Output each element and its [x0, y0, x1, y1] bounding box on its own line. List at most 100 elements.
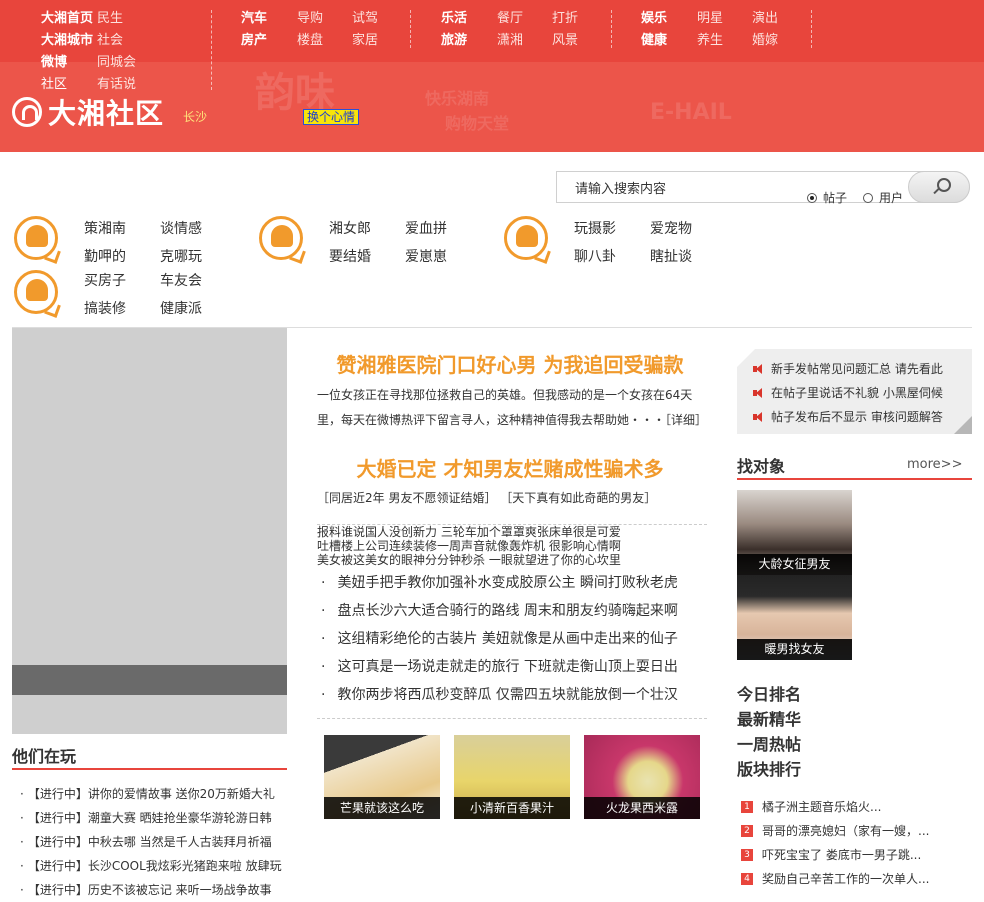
photo-card[interactable]: 芒果就该这么吃: [324, 735, 440, 819]
nav-link[interactable]: 餐厅: [497, 8, 552, 30]
photo-card[interactable]: 小清新百香果汁: [454, 735, 570, 819]
activity-item[interactable]: 【进行中】中秋去哪 当然是千人古装拜月祈福: [20, 830, 290, 854]
nav-link[interactable]: 试驾: [352, 8, 407, 30]
category-link[interactable]: 瞎扯谈: [650, 246, 692, 266]
category-link[interactable]: 湘女郎: [329, 218, 371, 238]
nav-link[interactable]: 旅游: [441, 30, 497, 52]
rank-number: 3: [741, 848, 753, 861]
category-link[interactable]: 谈情感: [160, 218, 202, 238]
community-icon: [259, 216, 303, 260]
nav-link[interactable]: 大湘首页: [41, 8, 97, 30]
ranking-link[interactable]: 一周热帖: [737, 731, 801, 755]
rank-number: 4: [741, 872, 753, 885]
category-link[interactable]: 爱宠物: [650, 218, 692, 238]
news-item[interactable]: 盘点长沙六大适合骑行的路线 周末和朋友约骑嗨起来啊: [317, 597, 677, 625]
nav-link[interactable]: 明星: [697, 8, 752, 30]
notice-item[interactable]: 在帖子里说话不礼貌 小黑屋伺候: [753, 384, 943, 401]
nav-link[interactable]: 家居: [352, 30, 407, 52]
headline-secondary[interactable]: 大婚已定 才知男友烂赌成性骗术多: [315, 453, 705, 482]
nav-link[interactable]: 导购: [297, 8, 352, 30]
activity-item[interactable]: 【进行中】长沙COOL我炫彩光猪跑来啦 放肆玩: [20, 854, 290, 878]
activity-item[interactable]: 【进行中】讲你的爱情故事 送你20万新婚大礼: [20, 782, 290, 806]
activity-item[interactable]: 【进行中】历史不该被忘记 来听一场战争故事: [20, 878, 290, 902]
nav-link[interactable]: 健康: [641, 30, 697, 52]
more-link[interactable]: more>>: [907, 457, 962, 472]
speaker-icon: [753, 363, 765, 374]
nav-divider: [811, 10, 812, 48]
section-underline: [12, 768, 287, 770]
category-link[interactable]: 策湘南: [84, 218, 126, 238]
featured-slideshow[interactable]: [12, 328, 287, 734]
category-link[interactable]: 健康派: [160, 298, 202, 318]
nav-link[interactable]: 娱乐: [641, 8, 697, 30]
person-card[interactable]: 大龄女征男友: [737, 490, 852, 575]
nav-link[interactable]: 潇湘: [497, 30, 552, 52]
nav-link[interactable]: 同城会: [97, 52, 152, 74]
logo-icon: [12, 97, 42, 127]
brief-news-item[interactable]: 美女被这美女的眼神分分钟秒杀 一眼就望进了你的心坎里: [317, 553, 621, 567]
nav-link[interactable]: 演出: [752, 8, 807, 30]
nav-link[interactable]: 房产: [241, 30, 297, 52]
news-item[interactable]: 这组精彩绝伦的古装片 美妞就像是从画中走出来的仙子: [317, 625, 677, 653]
news-item[interactable]: 美妞手把手教你加强补水变成胶原公主 瞬间打败秋老虎: [317, 569, 677, 597]
category-link[interactable]: 克哪玩: [160, 246, 202, 266]
brief-news-item[interactable]: 报料谁说国人没创新力 三轮车加个罩罩爽张床单很是可爱: [317, 525, 621, 539]
category-link[interactable]: 要结婚: [329, 246, 371, 266]
person-caption: 大龄女征男友: [737, 554, 852, 575]
brief-news-item[interactable]: 吐槽楼上公司连续装修一周声音就像轰炸机 很影响心情啊: [317, 539, 621, 553]
nav-link[interactable]: 社会: [97, 30, 152, 52]
news-item[interactable]: 教你两步将西瓜秒变醉瓜 仅需四五块就能放倒一个壮汉: [317, 681, 677, 709]
radio-checked-icon: [807, 192, 817, 203]
site-logo[interactable]: 大湘社区: [12, 92, 164, 132]
category-link[interactable]: 车友会: [160, 270, 202, 290]
nav-link[interactable]: 民生: [97, 8, 152, 30]
hot-post-item[interactable]: 2 哥哥的漂亮媳妇（家有一嫂，...: [741, 822, 929, 839]
notice-text: 帖子发布后不显示 审核问题解答: [771, 410, 943, 424]
photo-card[interactable]: 火龙果西米露: [584, 735, 700, 819]
nav-link[interactable]: 楼盘: [297, 30, 352, 52]
header-zigzag-edge: [0, 143, 984, 155]
search-option-posts[interactable]: 帖子: [807, 189, 847, 206]
ranking-link[interactable]: 最新精华: [737, 706, 801, 730]
related-link[interactable]: ［同居近2年 男友不愿领证结婚］: [317, 491, 496, 505]
category-link[interactable]: 勤呷的: [84, 246, 126, 266]
notice-item[interactable]: 新手发帖常见问题汇总 请先看此: [753, 360, 943, 377]
nav-link[interactable]: 乐活: [441, 8, 497, 30]
person-card[interactable]: 暖男找女友: [737, 575, 852, 660]
news-item[interactable]: 这可真是一场说走就走的旅行 下班就走衡山顶上耍日出: [317, 653, 677, 681]
change-mood-button[interactable]: 换个心情: [303, 109, 360, 125]
ranking-link[interactable]: 版块排行: [737, 756, 801, 780]
search-button[interactable]: [908, 171, 970, 203]
nav-link[interactable]: 大湘城市: [41, 30, 97, 52]
category-link[interactable]: 买房子: [84, 270, 126, 290]
nav-link[interactable]: 风景: [552, 30, 607, 52]
community-icon: [14, 270, 58, 314]
speaker-icon: [753, 411, 765, 422]
rank-number: 2: [741, 824, 753, 837]
hot-post-item[interactable]: 1 橘子洲主题音乐焰火...: [741, 798, 881, 815]
hot-post-item[interactable]: 3 吓死宝宝了 娄底市一男子跳...: [741, 846, 921, 863]
activity-item[interactable]: 【进行中】潮童大赛 晒娃抢坐豪华游轮游日韩: [20, 806, 290, 830]
category-link[interactable]: 聊八卦: [574, 246, 616, 266]
search-input[interactable]: [573, 178, 797, 198]
category-link[interactable]: 搞装修: [84, 298, 126, 318]
rank-number: 1: [741, 800, 753, 813]
section-underline: [737, 478, 972, 480]
nav-link[interactable]: 微博: [41, 52, 97, 74]
nav-link[interactable]: 养生: [697, 30, 752, 52]
category-link[interactable]: 爱崽崽: [405, 246, 447, 266]
search-box: 帖子 用户: [556, 171, 970, 206]
nav-link[interactable]: 汽车: [241, 8, 297, 30]
search-option-users[interactable]: 用户: [863, 189, 903, 206]
headline-main[interactable]: 赞湘雅医院门口好心男 为我追回受骗款: [315, 349, 705, 378]
category-link[interactable]: 玩摄影: [574, 218, 616, 238]
nav-link[interactable]: 打折: [552, 8, 607, 30]
nav-link[interactable]: 婚嫁: [752, 30, 807, 52]
nav-divider: [211, 10, 212, 90]
notice-item[interactable]: 帖子发布后不显示 审核问题解答: [753, 408, 943, 425]
ranking-link[interactable]: 今日排名: [737, 681, 801, 705]
hot-post-item[interactable]: 4 奖励自己辛苦工作的一次单人...: [741, 870, 929, 887]
related-link[interactable]: ［天下真有如此奇葩的男友］: [500, 491, 656, 505]
category-link[interactable]: 爱血拼: [405, 218, 447, 238]
city-selector[interactable]: 长沙: [183, 108, 207, 125]
